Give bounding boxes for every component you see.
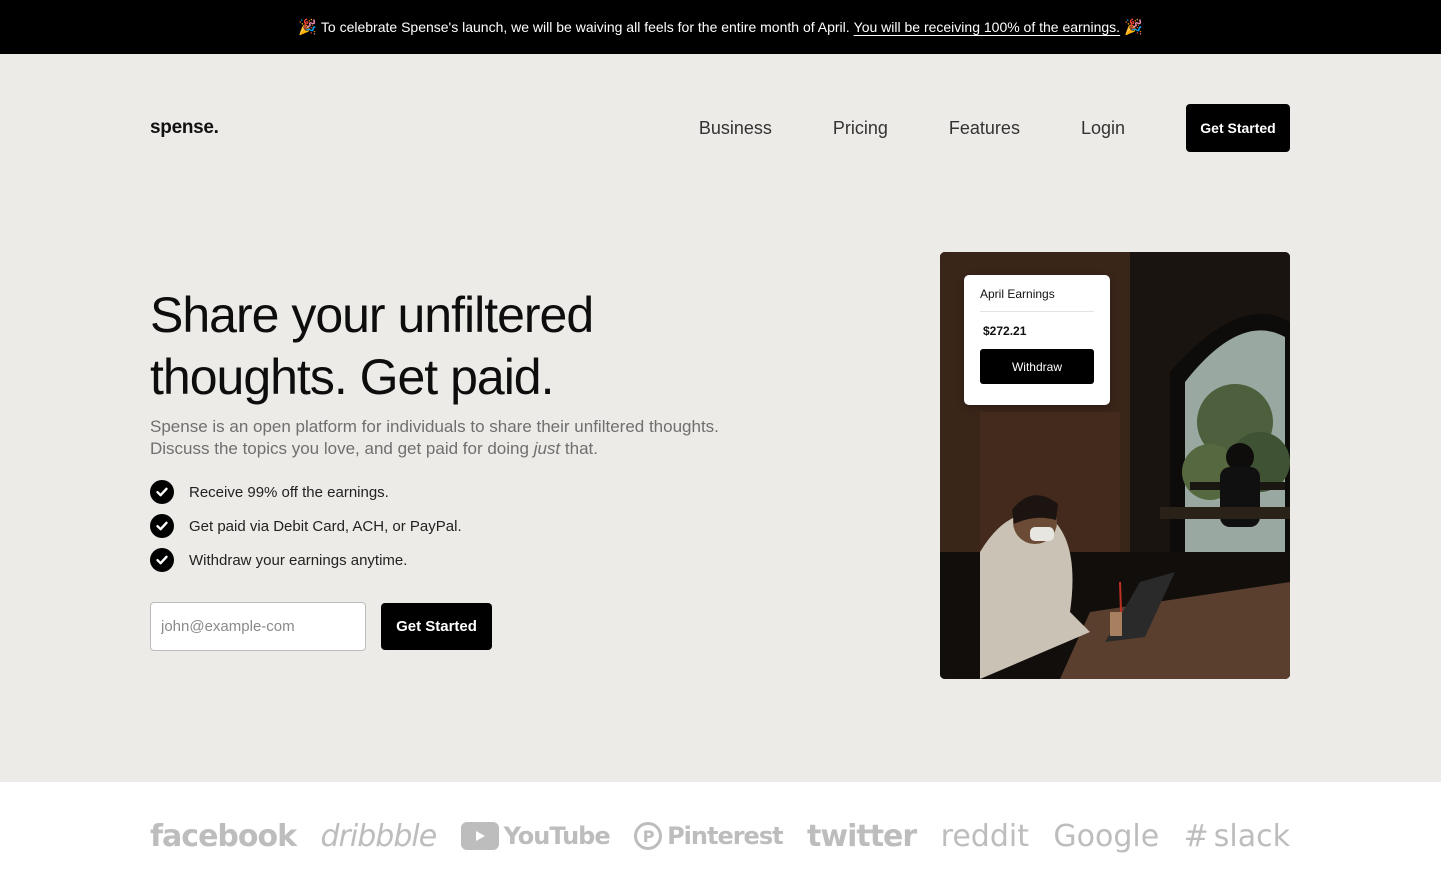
email-input[interactable] <box>150 602 366 651</box>
banner-link[interactable]: You will be receiving 100% of the earnin… <box>854 19 1120 35</box>
feature-text: Withdraw your earnings anytime. <box>189 551 408 569</box>
feature-item: Receive 99% off the earnings. <box>150 480 462 504</box>
hero-title-line1: Share your unfiltered <box>150 287 594 343</box>
twitter-logo: twitter <box>807 818 917 854</box>
hero-photo: April Earnings $272.21 Withdraw <box>940 252 1290 679</box>
get-started-nav-button[interactable]: Get Started <box>1186 104 1290 152</box>
dribbble-logo: dribbble <box>320 818 438 854</box>
nav-link-business[interactable]: Business <box>699 118 772 139</box>
youtube-wordmark: YouTube <box>503 822 611 850</box>
check-icon <box>150 514 174 538</box>
check-icon <box>150 548 174 572</box>
hero-subtitle: Spense is an open platform for individua… <box>150 416 770 460</box>
google-logo: Google <box>1053 818 1160 854</box>
logo[interactable]: spense. <box>150 117 219 139</box>
youtube-logo: YouTube <box>460 822 611 850</box>
reddit-logo: reddit <box>940 818 1029 854</box>
signup-form: Get Started <box>150 602 492 651</box>
partner-logos: facebook dribbble YouTube P Pinterest tw… <box>0 782 1441 890</box>
hero-subtitle-emphasis: just <box>533 439 561 458</box>
banner-text: To celebrate Spense's launch, we will be… <box>320 19 850 35</box>
feature-item: Withdraw your earnings anytime. <box>150 548 462 572</box>
feature-text: Get paid via Debit Card, ACH, or PayPal. <box>189 517 462 535</box>
nav-link-pricing[interactable]: Pricing <box>833 118 888 139</box>
hero-subtitle-text: Spense is an open platform for individua… <box>150 417 719 458</box>
feature-text: Receive 99% off the earnings. <box>189 483 389 501</box>
feature-list: Receive 99% off the earnings. Get paid v… <box>150 480 462 582</box>
earnings-card-title: April Earnings <box>980 287 1094 312</box>
nav-link-login[interactable]: Login <box>1081 118 1125 139</box>
check-icon <box>150 480 174 504</box>
facebook-logo: facebook <box>150 818 297 854</box>
play-icon <box>460 822 499 850</box>
hero-title: Share your unfiltered thoughts. Get paid… <box>150 284 770 408</box>
party-popper-icon: 🎉 <box>298 19 317 36</box>
pinterest-wordmark: Pinterest <box>667 822 784 850</box>
slack-wordmark: slack <box>1213 818 1290 854</box>
main-nav: spense. Business Pricing Features Login … <box>150 104 1290 152</box>
nav-links: Business Pricing Features Login Get Star… <box>699 104 1290 152</box>
get-started-button[interactable]: Get Started <box>381 603 492 650</box>
pinterest-icon: P <box>634 822 663 850</box>
earnings-card: April Earnings $272.21 Withdraw <box>964 275 1110 405</box>
party-popper-icon: 🎉 <box>1124 19 1143 36</box>
hero-title-line2: thoughts. Get paid. <box>150 349 555 405</box>
pinterest-logo: P Pinterest <box>634 822 784 850</box>
slack-hash-icon: # <box>1183 818 1209 854</box>
withdraw-button[interactable]: Withdraw <box>980 349 1094 384</box>
slack-logo: # slack <box>1184 819 1290 854</box>
announcement-banner: 🎉 To celebrate Spense's launch, we will … <box>0 0 1441 54</box>
nav-link-features[interactable]: Features <box>949 118 1020 139</box>
feature-item: Get paid via Debit Card, ACH, or PayPal. <box>150 514 462 538</box>
hero-subtitle-end: that. <box>564 439 598 458</box>
earnings-amount: $272.21 <box>983 324 1027 338</box>
